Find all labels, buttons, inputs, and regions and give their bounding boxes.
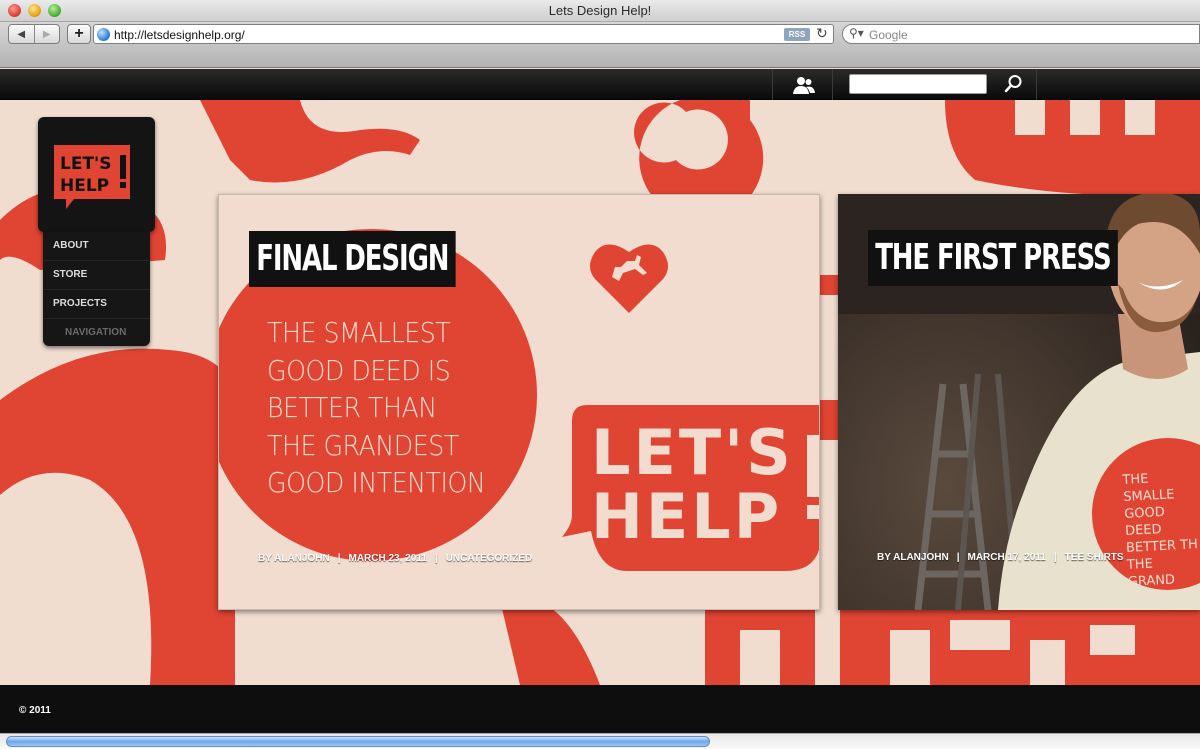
shirt-print-text: THE SMALLE GOOD DEED BETTER TH THE GRAND… bbox=[1122, 468, 1200, 610]
back-button[interactable]: ◀ bbox=[9, 25, 34, 43]
site-footer: © 2011 bbox=[0, 685, 1200, 733]
shirt-line: THE GRAND bbox=[1126, 556, 1176, 590]
shirt-line: GOOD DEED bbox=[1123, 504, 1166, 539]
globe-icon bbox=[97, 28, 110, 41]
nav-section-label: NAVIGATION bbox=[65, 327, 127, 338]
nav-projects-link[interactable]: PROJECTS bbox=[43, 290, 150, 319]
divider bbox=[832, 69, 833, 100]
rss-button[interactable]: RSS bbox=[784, 28, 810, 41]
forward-button[interactable]: ▶ bbox=[33, 25, 60, 43]
post-category[interactable]: UNCATEGORIZED bbox=[446, 553, 532, 564]
url-text[interactable]: http://letsdesignhelp.org/ bbox=[114, 28, 245, 42]
site-topbar bbox=[0, 69, 1200, 100]
post-quote: THE SMALLEST GOOD DEED IS BETTER THAN TH… bbox=[267, 314, 486, 502]
divider bbox=[772, 69, 773, 100]
post-date: MARCH 23, 2011 bbox=[348, 553, 427, 564]
browser-toolbar: ◀ ▶ + http://letsdesignhelp.org/ RSS ↻ ⚲… bbox=[0, 22, 1200, 68]
magnifier-icon: ⚲▾ bbox=[849, 26, 864, 40]
post-card-final-design[interactable]: FINAL DESIGN THE SMALLEST GOOD DEED IS B… bbox=[218, 194, 820, 610]
post-meta: BY ALANJOHN | MARCH 23, 2011 | UNCATEGORIZED bbox=[258, 553, 533, 564]
address-bar[interactable]: http://letsdesignhelp.org/ RSS ↻ bbox=[93, 24, 834, 44]
post-title[interactable]: THE FIRST PRESS bbox=[868, 230, 1118, 286]
bubble-text: LET'S HELP bbox=[591, 421, 794, 549]
nav-about-link[interactable]: ABOUT bbox=[43, 232, 150, 261]
copyright-text: © 2011 bbox=[19, 705, 51, 716]
horizontal-scrollbar[interactable] bbox=[0, 733, 1200, 749]
quote-line: THE SMALLEST bbox=[267, 316, 451, 349]
lets-help-logo: LET'S HELP bbox=[54, 145, 130, 209]
post-title[interactable]: FINAL DESIGN bbox=[249, 231, 456, 287]
post-category[interactable]: TEE SHIRTS bbox=[1065, 552, 1124, 563]
post-author[interactable]: BY ALANJOHN bbox=[258, 553, 330, 564]
reload-icon[interactable]: ↻ bbox=[816, 25, 828, 42]
users-icon[interactable] bbox=[792, 75, 816, 95]
browser-search-placeholder: Google bbox=[869, 28, 908, 42]
add-bookmark-button[interactable]: + bbox=[67, 24, 91, 44]
browser-search-field[interactable]: ⚲▾ Google bbox=[842, 24, 1200, 44]
logo-line-2: HELP bbox=[60, 176, 109, 196]
bubble-line: HELP bbox=[591, 480, 783, 553]
post-meta: BY ALANJOHN | MARCH 17, 2011 | TEE SHIRTS bbox=[877, 552, 1124, 563]
post-date: MARCH 17, 2011 bbox=[967, 552, 1046, 563]
quote-line: GOOD INTENTION bbox=[267, 466, 486, 499]
scrollbar-thumb[interactable] bbox=[6, 736, 710, 747]
bubble-line: LET'S bbox=[591, 416, 794, 489]
window-title: Lets Design Help! bbox=[548, 3, 652, 18]
history-buttons: ◀ ▶ bbox=[8, 24, 60, 44]
post-card-first-press[interactable]: THE SMALLE GOOD DEED BETTER TH THE GRAND… bbox=[838, 194, 1200, 610]
quote-line: BETTER THAN bbox=[267, 391, 437, 424]
logo-line-1: LET'S bbox=[60, 154, 112, 174]
exclamation-icon bbox=[120, 155, 126, 179]
shirt-line: GOOD INTENTI bbox=[1128, 589, 1181, 610]
shirt-line: THE SMALLE bbox=[1122, 471, 1175, 505]
quote-line: THE GRANDEST bbox=[267, 428, 459, 462]
heart-icon bbox=[590, 244, 668, 313]
quote-line: GOOD DEED IS bbox=[267, 353, 451, 387]
window-titlebar: Lets Design Help! bbox=[0, 0, 1200, 22]
post-author[interactable]: BY ALANJOHN bbox=[877, 552, 949, 563]
site-logo[interactable]: LET'S HELP bbox=[38, 117, 155, 232]
site-navigation: ABOUT STORE PROJECTS NAVIGATION bbox=[43, 232, 150, 346]
site-search-input[interactable] bbox=[849, 74, 987, 94]
search-icon[interactable] bbox=[1003, 74, 1023, 94]
divider bbox=[1036, 69, 1037, 100]
nav-store-link[interactable]: STORE bbox=[43, 261, 150, 290]
